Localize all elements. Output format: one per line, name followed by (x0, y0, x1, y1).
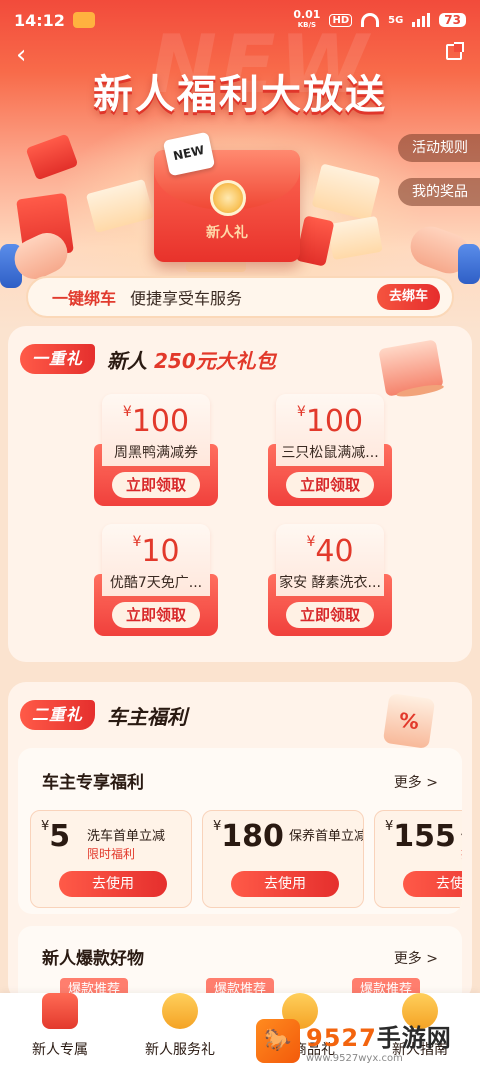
battery-indicator: 73 (439, 13, 466, 27)
app-notification-icon (72, 12, 95, 28)
site-watermark: 🐎 9527手游网 www.9527wyx.com (256, 1014, 466, 1068)
page-title: 新人福利大放送 (93, 72, 387, 118)
use-benefit-button[interactable]: 去使用 (403, 871, 462, 897)
coupon-card: ¥40 家安 酵素洗衣... 立即领取 (268, 524, 392, 636)
my-prizes-button[interactable]: 我的奖品 (398, 178, 480, 206)
sleeve-right (458, 244, 480, 284)
bind-car-subtitle: 便捷享受车服务 (130, 289, 243, 308)
tab-new-user-exclusive[interactable]: 新人专属 (0, 993, 120, 1073)
owner-benefits-title: 车主专享福利 (42, 773, 144, 793)
section-new-user-gift-pack: 一重礼 新人 250元大礼包 ¥100 周黑鸭满减券 立即领取 ¥100 三只松… (8, 326, 472, 662)
coupon-name: 周黑鸭满减券 (114, 445, 198, 461)
status-bar: 14:12 0.01 KB/S HD 5G 73 (0, 0, 480, 40)
section-car-owner-benefits: 二重礼 车主福利 % 车主专享福利 更多 > ¥5 洗车首单立减 限时福利 去使… (8, 682, 472, 1006)
coupon-card: ¥100 周黑鸭满减券 立即领取 (94, 394, 218, 506)
coupon-amount: ¥40 (306, 534, 354, 569)
signal-label: 5G (388, 14, 404, 26)
hot-items-more-link[interactable]: 更多 > (394, 948, 438, 968)
coupon-name: 家安 酵素洗衣... (279, 575, 381, 591)
section2-title: 车主福利 (107, 704, 188, 729)
owner-benefits-panel: 车主专享福利 更多 > ¥5 洗车首单立减 限时福利 去使用 ¥180 保养首单… (18, 748, 462, 914)
coin-icon (210, 180, 246, 216)
status-time: 14:12 (14, 10, 65, 30)
benefit-card: ¥5 洗车首单立减 限时福利 去使用 (30, 810, 192, 908)
claim-coupon-button[interactable]: 立即领取 (286, 602, 374, 628)
coupon-amount: ¥100 (122, 404, 190, 439)
coupon-card: ¥10 优酷7天免广... 立即领取 (94, 524, 218, 636)
benefit-desc: 修车 (461, 825, 462, 844)
net-speed: 0.01 KB/S (293, 8, 321, 29)
grid-icon (162, 993, 198, 1029)
benefit-card: ¥180 保养首单立减 去使用 (202, 810, 364, 908)
bind-car-title: 一键绑车 (52, 289, 117, 308)
claim-coupon-button[interactable]: 立即领取 (112, 602, 200, 628)
benefit-amount: ¥5 (41, 819, 71, 854)
signal-icon (412, 13, 431, 27)
benefit-sub: 换电 (461, 845, 462, 862)
coupon-name: 三只松鼠满减... (281, 445, 379, 461)
benefit-desc: 保养首单立减 (289, 829, 364, 844)
benefit-sub: 限时福利 (87, 847, 136, 861)
discount-tag-icon: % (382, 693, 436, 749)
hot-items-title: 新人爆款好物 (42, 949, 144, 969)
watermark-brand: 9527手游网 (306, 1024, 452, 1052)
tab-label: 新人服务礼 (145, 1042, 215, 1058)
bind-car-banner[interactable]: 一键绑车 便捷享受车服务 去绑车 (26, 276, 454, 318)
section2-tag: 二重礼 (20, 700, 96, 730)
horse-logo-icon: 🐎 (256, 1019, 300, 1063)
claim-coupon-button[interactable]: 立即领取 (112, 472, 200, 498)
use-benefit-button[interactable]: 去使用 (59, 871, 167, 897)
gift-icon (42, 993, 78, 1029)
benefit-amount: ¥155 (385, 819, 456, 854)
claim-coupon-button[interactable]: 立即领取 (286, 472, 374, 498)
benefit-amount: ¥180 (213, 819, 284, 854)
tab-label: 新人专属 (32, 1042, 88, 1058)
coupon-grid: ¥100 周黑鸭满减券 立即领取 ¥100 三只松鼠满减... 立即领取 ¥10… (18, 368, 462, 656)
bind-car-button[interactable]: 去绑车 (376, 284, 440, 310)
owner-benefits-more-link[interactable]: 更多 > (394, 772, 438, 792)
hd-icon: HD (329, 13, 353, 27)
share-icon[interactable] (446, 42, 464, 60)
section2-header: 二重礼 车主福利 (20, 700, 187, 730)
tab-new-user-service-gift[interactable]: 新人服务礼 (120, 993, 240, 1073)
benefit-list: ¥5 洗车首单立减 限时福利 去使用 ¥180 保养首单立减 去使用 ¥155 … (30, 810, 462, 910)
coupon-name: 优酷7天免广... (109, 575, 203, 591)
activity-rules-button[interactable]: 活动规则 (398, 134, 480, 162)
benefit-card: ¥155 修车 换电 去使用 (374, 810, 462, 908)
watermark-url: www.9527wyx.com (306, 1053, 403, 1064)
coupon-amount: ¥100 (296, 404, 364, 439)
benefit-desc: 洗车首单立减 (87, 829, 166, 844)
coupon-amount: ¥10 (132, 534, 180, 569)
wifi-icon (361, 13, 380, 27)
coupon-card: ¥100 三只松鼠满减... 立即领取 (268, 394, 392, 506)
use-benefit-button[interactable]: 去使用 (231, 871, 339, 897)
envelope-label: 新人礼 (206, 225, 248, 241)
